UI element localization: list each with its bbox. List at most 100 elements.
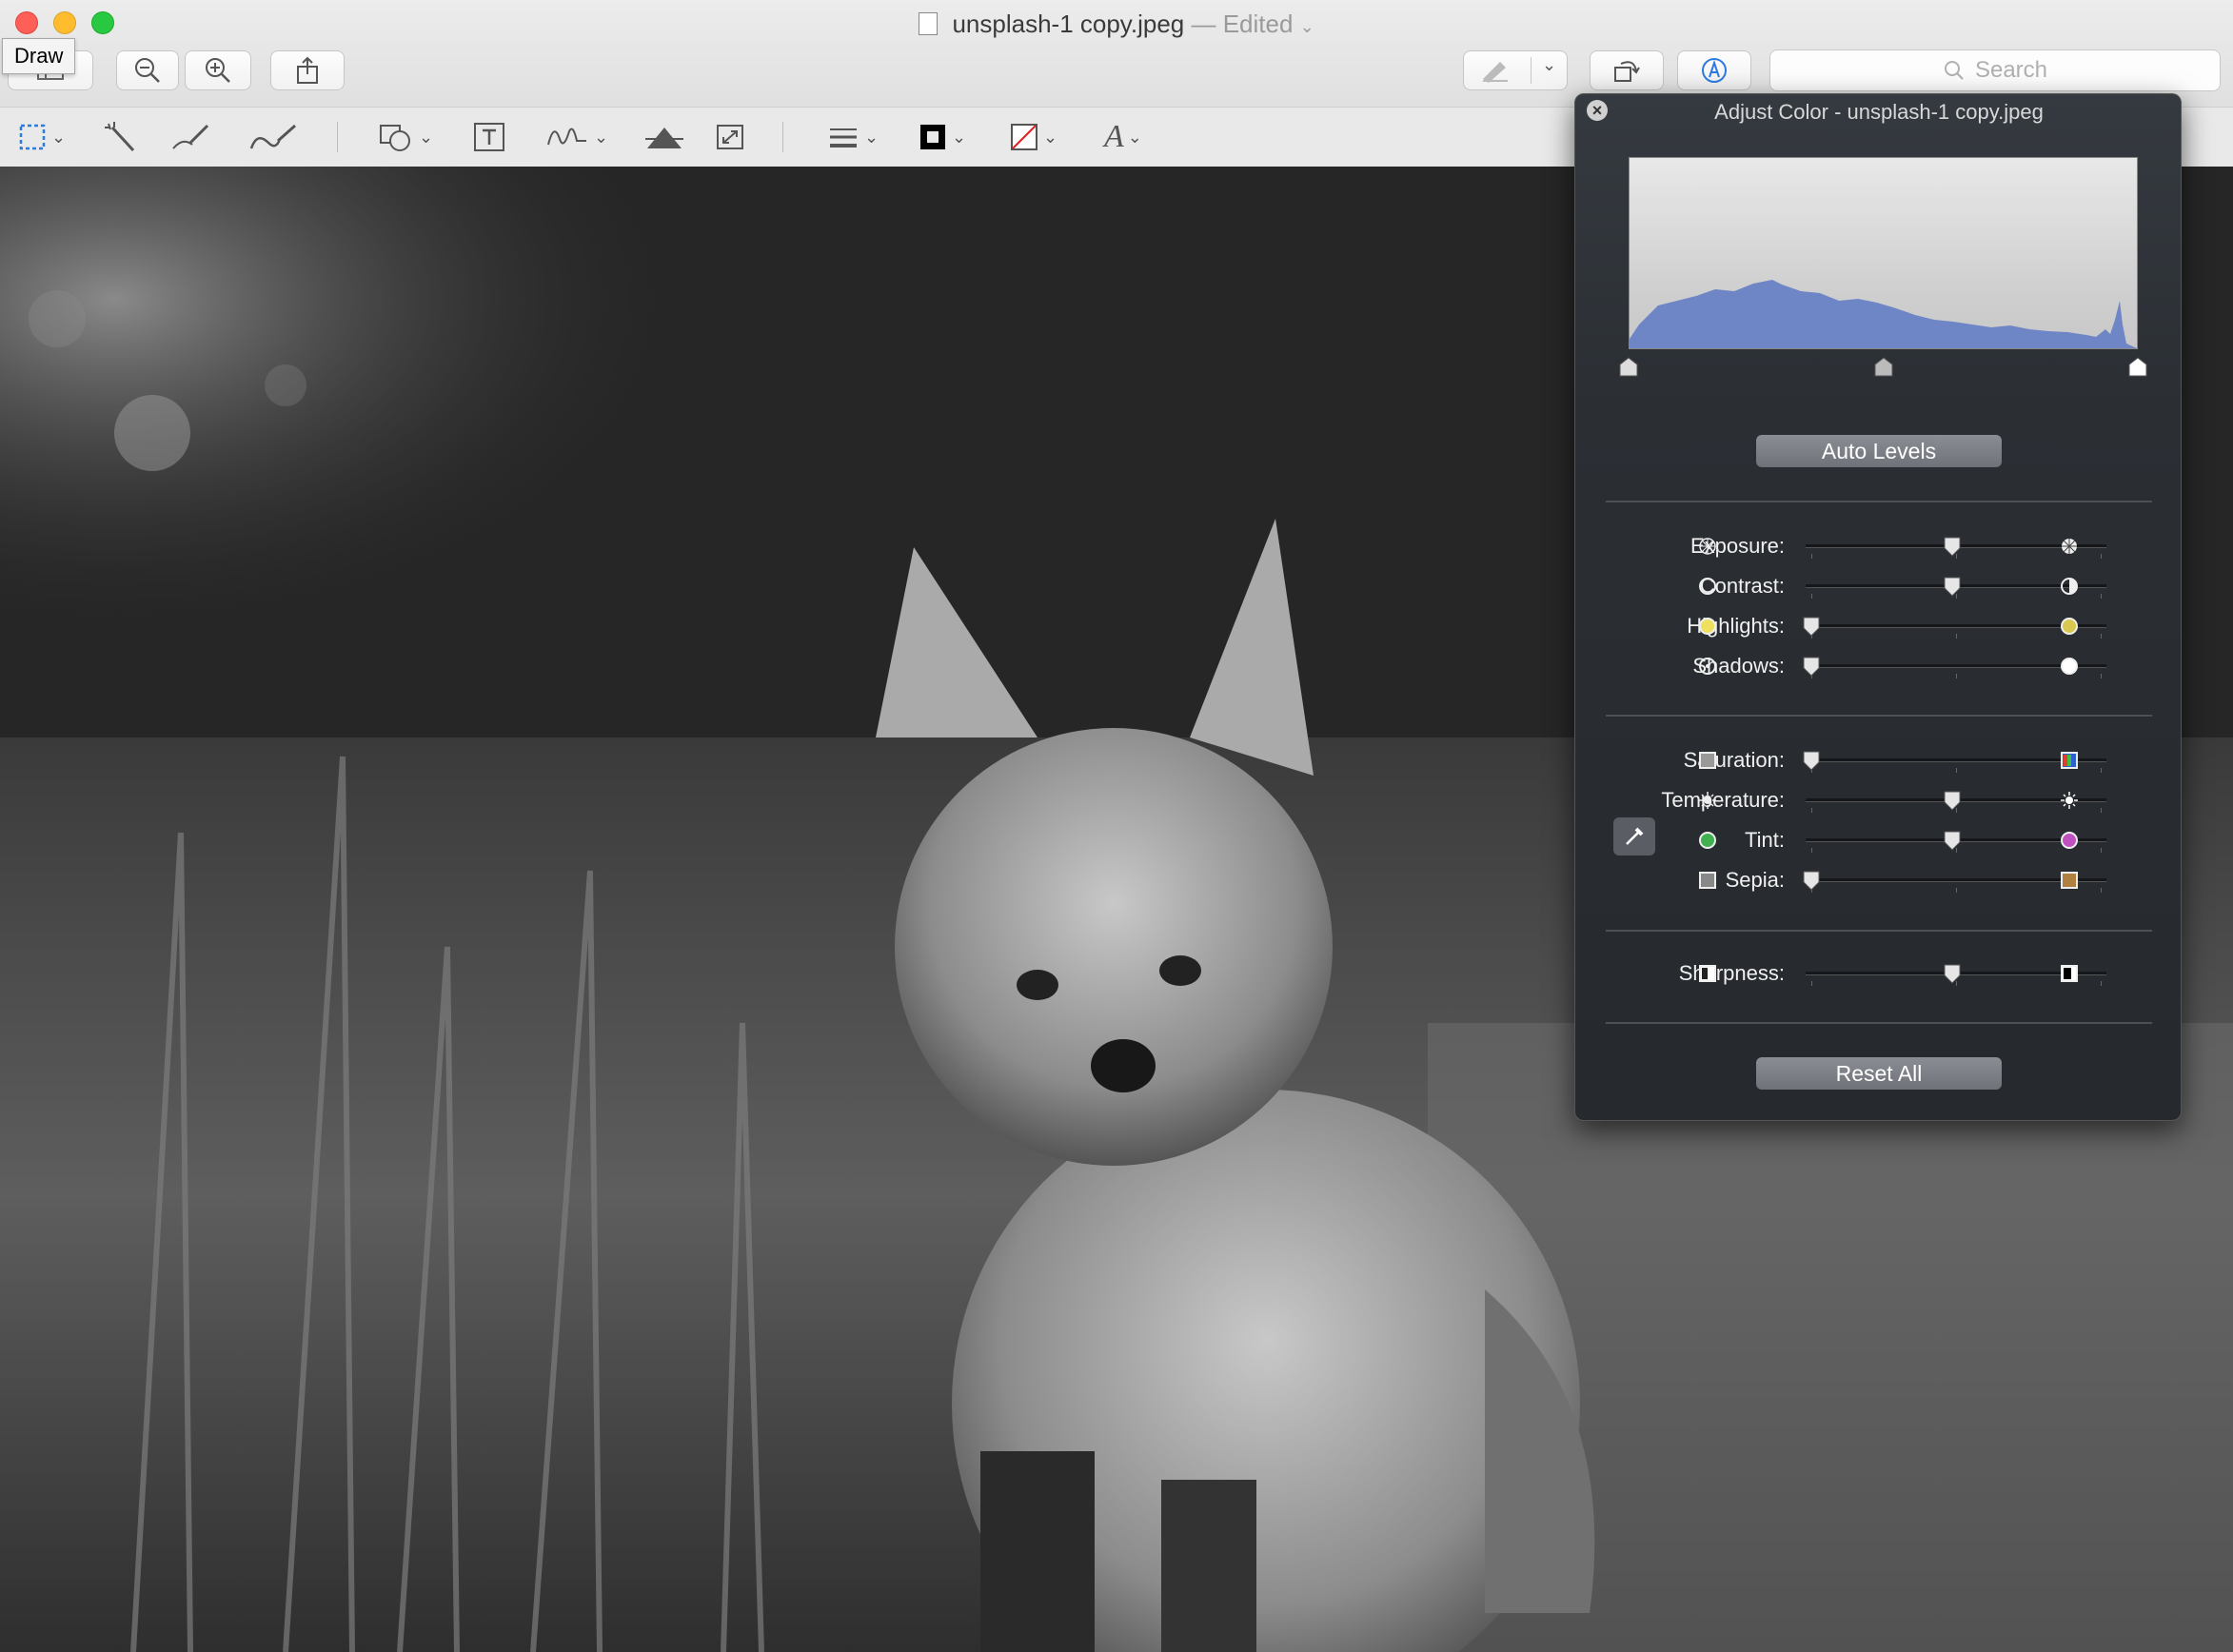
slider-label: Shadows: (1692, 654, 1785, 678)
sketch-icon (172, 124, 209, 149)
text-style-icon: A (1104, 119, 1124, 154)
midpoint-icon (1874, 357, 1892, 377)
adjust-size-icon (717, 125, 743, 149)
slider-label: Sharpness: (1678, 961, 1785, 985)
document-icon (919, 12, 939, 35)
search-field[interactable]: Search (1769, 49, 2221, 91)
panel-divider (1606, 715, 2152, 717)
selection-tool[interactable]: ⌄ (17, 118, 66, 156)
window-title-text[interactable]: unsplash-1 copy.jpeg (952, 10, 1184, 38)
slider-thumb[interactable] (1943, 537, 1962, 558)
edited-status[interactable]: — Edited (1191, 10, 1293, 38)
zoom-out-icon (135, 58, 160, 83)
sketch-tool[interactable] (169, 118, 213, 156)
chevron-down-icon[interactable]: ⌄ (1300, 17, 1314, 36)
slider-label: Contrast: (1699, 574, 1785, 598)
rotate-icon (1614, 61, 1640, 82)
auto-levels-button[interactable]: Auto Levels (1756, 435, 2002, 467)
slider-tick (2101, 634, 2102, 639)
black-point-handle[interactable] (1617, 355, 1640, 383)
white-point-icon (2128, 357, 2147, 377)
slider-thumb[interactable] (1802, 657, 1821, 678)
adjust-color-tool[interactable] (643, 118, 685, 156)
chevron-down-icon: ⌄ (1043, 127, 1058, 147)
highlights-low-icon (1699, 618, 1716, 635)
fill-color-icon (1011, 124, 1037, 150)
slider-tick (1811, 808, 1812, 813)
slider-thumb[interactable] (1943, 577, 1962, 598)
slider-tick (1811, 554, 1812, 559)
white-point-handle[interactable] (2126, 355, 2149, 383)
zoom-in-button[interactable] (185, 50, 251, 90)
slider-thumb[interactable] (1802, 751, 1821, 772)
search-icon (1944, 61, 1964, 80)
panel-divider (1606, 1022, 2152, 1024)
border-color-tool[interactable]: ⌄ (918, 118, 966, 156)
shape-style-tool[interactable]: ⌄ (826, 118, 879, 156)
panel-divider (1606, 501, 2152, 502)
slider-tick (1811, 981, 1812, 986)
instant-alpha-icon (105, 122, 135, 152)
chevron-down-icon: ⌄ (1127, 127, 1142, 147)
chevron-down-icon: ⌄ (51, 127, 67, 147)
chevron-down-icon: ⌄ (419, 127, 434, 147)
text-style-tool[interactable]: A ⌄ (1104, 118, 1142, 156)
slider-thumb[interactable] (1943, 831, 1962, 852)
slider-tick (1811, 594, 1812, 599)
highlight-button[interactable]: ⌄ (1463, 50, 1568, 90)
midpoint-handle[interactable] (1872, 355, 1895, 383)
chevron-down-icon: ⌄ (594, 127, 609, 147)
window-title: unsplash-1 copy.jpeg — Edited ⌄ (0, 10, 2233, 39)
zoom-out-button[interactable] (116, 50, 179, 90)
histogram-graph (1630, 280, 2137, 348)
sharpness-low-icon (1699, 965, 1716, 982)
slider-thumb[interactable] (1943, 791, 1962, 812)
shapes-icon (380, 125, 410, 151)
panel-divider (1606, 930, 2152, 932)
slider-tick (2101, 768, 2102, 773)
sepia-low-icon (1699, 872, 1716, 889)
rotate-button[interactable] (1590, 50, 1664, 90)
saturation-high-icon (2061, 752, 2078, 769)
tint-green-icon (1699, 832, 1716, 849)
draw-icon (249, 124, 296, 149)
reset-all-button[interactable]: Reset All (1756, 1057, 2002, 1090)
markup-button[interactable] (1677, 50, 1751, 90)
fill-color-tool[interactable]: ⌄ (1009, 118, 1057, 156)
slider-tick (2101, 848, 2102, 853)
shapes-tool[interactable]: ⌄ (377, 118, 433, 156)
black-point-icon (1619, 357, 1638, 377)
histogram-curve (1630, 280, 2137, 348)
tint-magenta-icon (2061, 832, 2078, 849)
chevron-down-icon[interactable]: ⌄ (1542, 55, 1556, 75)
slider-label: Sepia: (1725, 868, 1785, 892)
slider-thumb[interactable] (1802, 871, 1821, 892)
contrast-low-icon (1699, 578, 1716, 595)
highlights-high-icon (2061, 618, 2078, 635)
sign-tool[interactable]: ⌄ (544, 118, 608, 156)
toolbar-separator (782, 122, 783, 152)
draw-tool[interactable] (247, 118, 299, 156)
adjust-color-panel: × Adjust Color - unsplash-1 copy.jpeg Au… (1574, 93, 2182, 1121)
share-button[interactable] (270, 50, 345, 90)
slider-thumb[interactable] (1943, 964, 1962, 985)
chevron-down-icon: ⌄ (864, 127, 879, 147)
chevron-down-icon: ⌄ (952, 127, 967, 147)
highlight-icon (1483, 62, 1508, 83)
temperature-high-icon (2061, 792, 2078, 809)
search-placeholder: Search (1974, 57, 2048, 83)
exposure-high-icon (2062, 539, 2077, 554)
text-icon (474, 123, 504, 151)
border-color-icon (920, 125, 945, 149)
adjust-size-tool[interactable] (712, 118, 748, 156)
slider-tick (1956, 634, 1957, 639)
toolbar-separator (337, 122, 338, 152)
instant-alpha-tool[interactable] (103, 118, 141, 156)
slider-tick (2101, 981, 2102, 986)
slider-label: Temperature: (1661, 788, 1785, 812)
slider-label: Exposure: (1690, 534, 1785, 558)
slider-thumb[interactable] (1802, 617, 1821, 638)
saturation-low-icon (1699, 752, 1716, 769)
text-tool[interactable] (472, 118, 506, 156)
shadows-low-icon (1699, 658, 1716, 675)
